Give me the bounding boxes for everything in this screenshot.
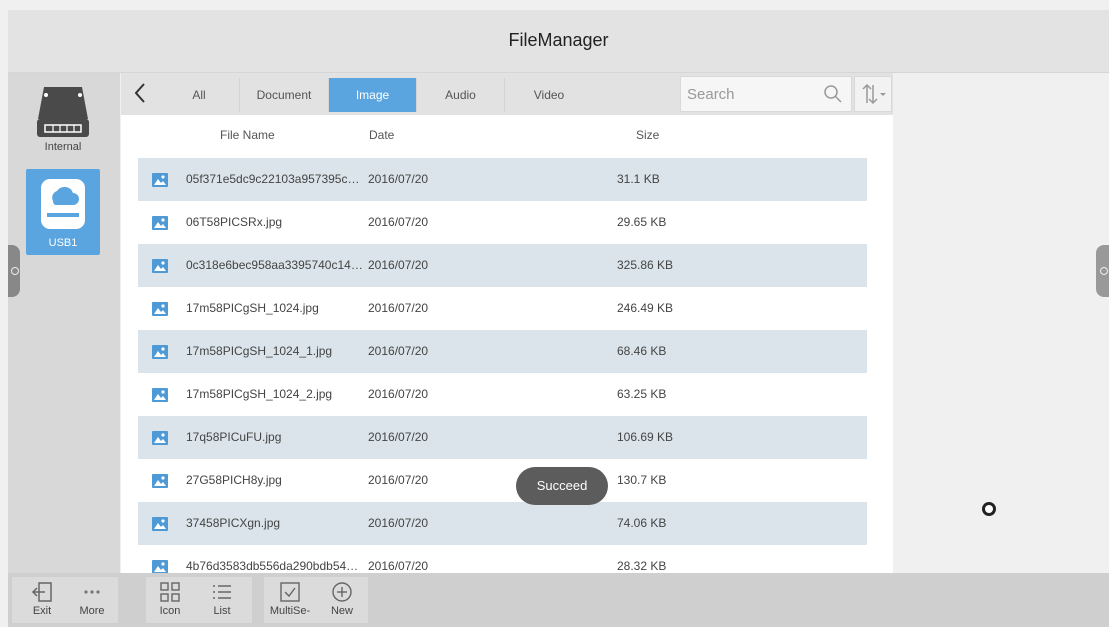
list-icon	[213, 585, 231, 599]
tab-image[interactable]: Image	[329, 78, 417, 112]
icon-view-button[interactable]: Icon	[148, 577, 192, 623]
drive-internal-label: Internal	[44, 141, 82, 153]
file-name: 17m58PICgSH_1024_1.jpg	[186, 344, 333, 358]
exit-button[interactable]: Exit	[20, 577, 64, 623]
file-row[interactable]: 05f371e5dc9c22103a957395c… 2016/07/20 31.1…	[138, 158, 867, 201]
file-size: 106.69 KB	[617, 430, 674, 444]
file-name: 0c318e6bec958aa3395740c14…	[186, 258, 363, 272]
chevron-left-icon	[134, 83, 145, 103]
list-view-button[interactable]: List	[200, 577, 244, 623]
file-name: 17q58PICuFU.jpg	[186, 430, 282, 444]
file-row[interactable]: 27G58PICH8y.jpg 2016/07/20 130.7 KB	[138, 459, 867, 502]
more-label: More	[79, 605, 105, 617]
file-size: 74.06 KB	[617, 516, 667, 530]
file-row[interactable]: 17m58PICgSH_1024_1.jpg 2016/07/20 68.46 KB	[138, 330, 867, 373]
drive-usb1-label: USB1	[48, 237, 78, 249]
exit-icon	[31, 582, 52, 602]
file-name: 06T58PICSRx.jpg	[186, 215, 283, 229]
usb-drive-icon	[41, 179, 85, 229]
search-box[interactable]: Search	[680, 76, 852, 112]
image-file-icon	[152, 259, 168, 273]
drive-internal[interactable]: Internal	[26, 83, 100, 157]
icon-view-label: Icon	[159, 605, 181, 617]
column-header-name[interactable]: File Name	[220, 128, 275, 142]
file-row[interactable]: 4b76d3583db556da290bdb54… 2016/07/20 28.32…	[138, 545, 867, 573]
file-row[interactable]: 0c318e6bec958aa3395740c14… 2016/07/20 325.…	[138, 244, 867, 287]
file-name: 4b76d3583db556da290bdb54…	[186, 559, 359, 573]
tab-audio[interactable]: Audio	[417, 78, 505, 112]
file-date: 2016/07/20	[368, 344, 429, 358]
plus-circle-icon	[332, 582, 352, 602]
file-row[interactable]: 17q58PICuFU.jpg 2016/07/20 106.69 KB	[138, 416, 867, 459]
file-date: 2016/07/20	[368, 172, 429, 186]
column-header-date[interactable]: Date	[369, 128, 394, 142]
right-drawer-handle[interactable]	[1096, 245, 1109, 297]
file-date: 2016/07/20	[368, 516, 429, 530]
image-file-icon	[152, 474, 168, 488]
file-date: 2016/07/20	[368, 387, 429, 401]
image-file-icon	[152, 302, 168, 316]
file-size: 130.7 KB	[617, 473, 667, 487]
sort-icon	[862, 83, 886, 105]
new-button[interactable]: New	[320, 577, 364, 623]
category-tabbar: All Document Image Audio Video Search	[121, 73, 893, 115]
file-name: 27G58PICH8y.jpg	[186, 473, 282, 487]
image-file-icon	[152, 216, 168, 230]
file-size: 325.86 KB	[617, 258, 674, 272]
drive-sidebar: Internal USB1	[8, 73, 120, 573]
image-file-icon	[152, 431, 168, 445]
toast-message: Succeed	[516, 467, 608, 505]
file-date: 2016/07/20	[368, 215, 429, 229]
file-size: 246.49 KB	[617, 301, 674, 315]
file-name: 17m58PICgSH_1024_2.jpg	[186, 387, 333, 401]
file-row[interactable]: 37458PICXgn.jpg 2016/07/20 74.06 KB	[138, 502, 867, 545]
image-file-icon	[152, 560, 168, 573]
file-name: 05f371e5dc9c22103a957395c…	[186, 172, 360, 186]
file-row[interactable]: 17m58PICgSH_1024.jpg 2016/07/20 246.49 KB	[138, 287, 867, 330]
file-name: 37458PICXgn.jpg	[186, 516, 281, 530]
pointer-cursor	[982, 502, 996, 516]
file-date: 2016/07/20	[368, 559, 429, 573]
tab-all[interactable]: All	[159, 78, 240, 112]
list-view-label: List	[213, 605, 231, 617]
file-size: 31.1 KB	[617, 172, 660, 186]
image-file-icon	[152, 173, 168, 187]
tab-document[interactable]: Document	[240, 78, 329, 112]
more-button[interactable]: More	[70, 577, 114, 623]
new-label: New	[330, 605, 353, 617]
grid-icon	[160, 582, 180, 602]
search-icon[interactable]	[823, 84, 843, 104]
exit-label: Exit	[32, 605, 52, 617]
app-title: FileManager	[508, 30, 609, 50]
file-row[interactable]: 06T58PICSRx.jpg 2016/07/20 29.65 KB	[138, 201, 867, 244]
hard-drive-icon	[37, 87, 89, 137]
back-button[interactable]	[121, 73, 159, 115]
file-size: 28.32 KB	[617, 559, 667, 573]
search-input[interactable]: Search	[687, 86, 735, 103]
file-date: 2016/07/20	[368, 301, 429, 315]
multiselect-button[interactable]: MultiSe-	[264, 577, 316, 623]
image-file-icon	[152, 388, 168, 402]
file-name: 17m58PICgSH_1024.jpg	[186, 301, 319, 315]
image-file-icon	[152, 517, 168, 531]
bottom-toolbar: Exit More Icon List MultiSe- New	[8, 573, 1109, 627]
file-date: 2016/07/20	[368, 258, 429, 272]
left-drawer-handle[interactable]	[8, 245, 20, 297]
drive-usb1[interactable]: USB1	[26, 169, 100, 255]
file-list-panel: All Document Image Audio Video Search Fi…	[121, 73, 893, 573]
tab-video[interactable]: Video	[505, 78, 593, 112]
file-size: 68.46 KB	[617, 344, 667, 358]
title-bar: FileManager	[8, 10, 1109, 73]
more-icon	[84, 590, 100, 594]
multiselect-label: MultiSe-	[269, 605, 311, 617]
file-row[interactable]: 17m58PICgSH_1024_2.jpg 2016/07/20 63.25 KB	[138, 373, 867, 416]
file-date: 2016/07/20	[368, 473, 429, 487]
file-date: 2016/07/20	[368, 430, 429, 444]
file-size: 63.25 KB	[617, 387, 667, 401]
image-file-icon	[152, 345, 168, 359]
file-size: 29.65 KB	[617, 215, 667, 229]
sort-button[interactable]	[854, 76, 892, 112]
checkbox-icon	[280, 582, 300, 602]
column-header-size[interactable]: Size	[636, 128, 659, 142]
